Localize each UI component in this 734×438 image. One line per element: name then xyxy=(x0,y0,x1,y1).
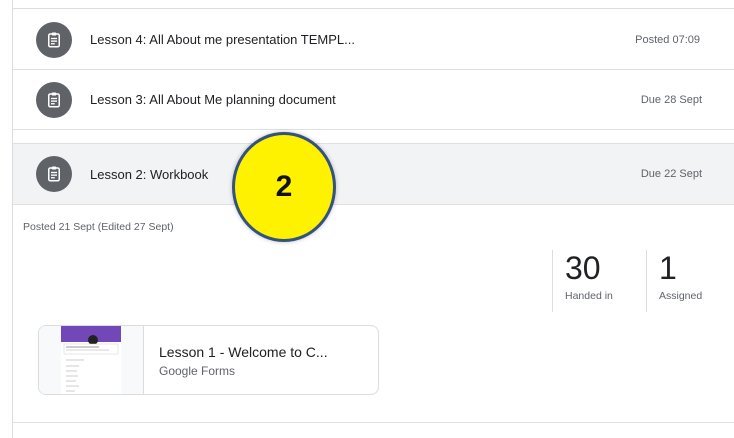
assignment-due-date: Due 28 Sept xyxy=(640,93,702,106)
assignment-title: Lesson 2: Workbook xyxy=(90,166,209,182)
posted-date: Posted 21 Sept (Edited 27 Sept) xyxy=(23,221,174,233)
assigned-label: Assigned xyxy=(659,290,703,302)
attachment-type: Google Forms xyxy=(159,364,236,378)
step-number-callout: 2 xyxy=(232,132,336,242)
attachment-title: Lesson 1 - Welcome to C... xyxy=(159,344,328,360)
assignment-title: Lesson 3: All About Me planning document xyxy=(90,92,336,107)
assignment-due-date: Due 22 Sept xyxy=(640,168,702,180)
assigned-stat[interactable]: 1 Assigned xyxy=(646,250,714,312)
assignment-icon xyxy=(36,21,72,58)
assignment-row-lesson-2[interactable]: Lesson 2: Workbook Due 22 Sept xyxy=(13,143,734,205)
attachment-card[interactable]: Lesson 1 - Welcome to C... Google Forms xyxy=(38,325,379,395)
assignment-date: Posted 07:09 xyxy=(635,33,700,46)
assignment-icon xyxy=(36,81,72,118)
assignment-title: Lesson 4: All About me presentation TEMP… xyxy=(90,32,355,47)
handed-in-label: Handed in xyxy=(565,290,613,302)
assignment-row-lesson-3[interactable]: Lesson 3: All About Me planning document… xyxy=(13,70,734,130)
assignment-icon xyxy=(36,156,72,192)
submission-stats: 30 Handed in 1 Assigned xyxy=(552,250,714,312)
form-thumbnail xyxy=(39,326,144,394)
assigned-count: 1 xyxy=(659,250,677,286)
top-border xyxy=(12,8,734,9)
assignment-row-lesson-4[interactable]: Lesson 4: All About me presentation TEMP… xyxy=(13,10,734,70)
handed-in-count: 30 xyxy=(565,250,601,286)
assignment-details-panel: Posted 21 Sept (Edited 27 Sept) 30 Hande… xyxy=(13,205,734,423)
handed-in-stat[interactable]: 30 Handed in xyxy=(552,250,632,312)
step-number: 2 xyxy=(275,170,293,203)
